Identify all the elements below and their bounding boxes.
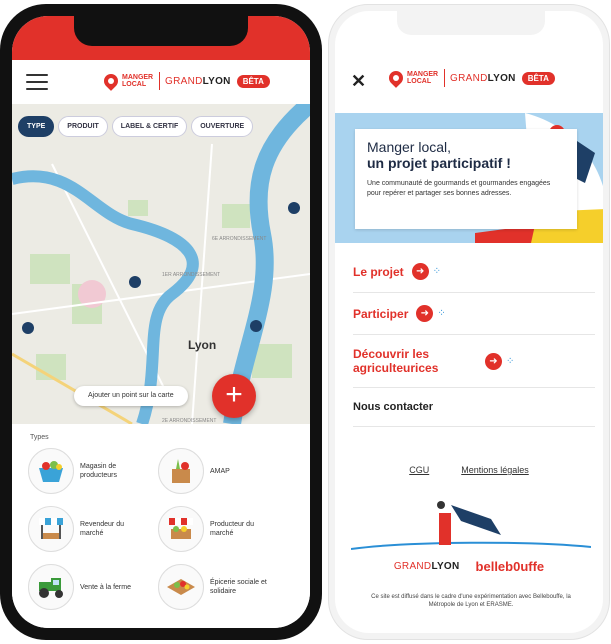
- type-label: AMAP: [210, 467, 230, 475]
- menu-screen: ✕ MANGER LOCAL GRANDLYON BÊTA Manger loc…: [335, 11, 603, 633]
- brand-name: MANGER LOCAL: [122, 74, 154, 88]
- sheet-title: Types: [30, 434, 49, 441]
- app-header: MANGER LOCAL GRANDLYON BÊTA: [12, 60, 310, 104]
- phone-notch: [397, 11, 545, 35]
- location-pin-icon: [101, 71, 121, 91]
- produce-stall-icon: [158, 506, 204, 552]
- phone-menu: ✕ MANGER LOCAL GRANDLYON BÊTA Manger loc…: [328, 4, 610, 640]
- menu-item-decouvrir[interactable]: Découvrir les agriculteurices ➜ ⁘: [353, 335, 595, 388]
- menu-item-contact[interactable]: Nous contacter: [353, 388, 595, 427]
- add-point-tooltip: Ajouter un point sur la carte: [74, 386, 188, 406]
- link-cgu[interactable]: CGU: [409, 465, 429, 475]
- brand-divider: [444, 69, 445, 87]
- menu-item-label: Découvrir les agriculteurices: [353, 347, 439, 375]
- arrow-right-icon: ➜: [416, 305, 434, 322]
- sparkle-icon: ⁘: [432, 266, 442, 277]
- beta-badge: BÊTA: [236, 74, 270, 88]
- type-amap[interactable]: AMAP: [158, 445, 282, 497]
- types-grid: Magasin de producteurs AMAP Revendeur du…: [28, 445, 294, 613]
- menu-icon[interactable]: [26, 74, 48, 90]
- main-menu: Le projet ➜ ⁘ Participer ➜ ⁘ Découvrir l…: [353, 251, 595, 427]
- menu-item-label: Participer: [353, 306, 409, 321]
- bellebouffe-logo: belleb0uffe: [475, 559, 545, 574]
- type-label: Magasin de producteurs: [80, 463, 117, 479]
- phone-notch: [74, 16, 248, 46]
- menu-item-participer[interactable]: Participer ➜ ⁘: [353, 293, 595, 335]
- legal-links: CGU Mentions légales: [335, 465, 603, 475]
- type-vente-ferme[interactable]: Vente à la ferme: [28, 561, 152, 613]
- brand-divider: [159, 72, 160, 90]
- svg-text:1ER ARRONDISSEMENT: 1ER ARRONDISSEMENT: [162, 272, 220, 278]
- market-stall-icon: [28, 506, 74, 552]
- menu-item-label: Le projet: [353, 264, 404, 279]
- filter-bar: TYPE PRODUIT LABEL & CERTIF OUVERTURE: [18, 116, 254, 137]
- map-canvas: 6E ARRONDISSEMENT 1ER ARRONDISSEMENT 2E …: [12, 104, 310, 424]
- type-producteur-marche[interactable]: Producteur du marché: [158, 503, 282, 555]
- type-magasin-producteurs[interactable]: Magasin de producteurs: [28, 445, 152, 497]
- hero-card: Manger local, un projet participatif ! U…: [355, 129, 577, 229]
- sparkle-icon: ⁘: [506, 355, 515, 367]
- partner-logo: GRANDLYON: [450, 72, 516, 84]
- hero-title-bold: un projet participatif !: [367, 155, 511, 171]
- close-icon[interactable]: ✕: [351, 71, 366, 92]
- filter-label-certif[interactable]: LABEL & CERTIF: [111, 116, 188, 137]
- type-label: Épicerie sociale et solidaire: [210, 579, 267, 595]
- hero-subtitle: Une communauté de gourmands et gourmande…: [367, 180, 551, 197]
- type-label: Revendeur du marché: [80, 521, 124, 537]
- arrow-right-icon: ➜: [485, 352, 502, 370]
- hero-banner: Manger local, un projet participatif ! U…: [335, 113, 603, 243]
- type-label: Vente à la ferme: [80, 583, 131, 591]
- brand-logo: MANGER LOCAL GRANDLYON BÊTA: [386, 68, 555, 88]
- add-point-button[interactable]: +: [212, 374, 256, 418]
- location-pin-icon: [386, 68, 406, 88]
- city-label: Lyon: [188, 338, 217, 352]
- types-sheet: Types Magasin de producteurs AMAP Revend…: [12, 424, 310, 628]
- brand-name: MANGER LOCAL: [407, 71, 439, 85]
- vegetable-box-icon: [158, 448, 204, 494]
- menu-item-projet[interactable]: Le projet ➜ ⁘: [353, 251, 595, 293]
- beta-badge: BÊTA: [521, 71, 555, 85]
- sparkle-icon: ⁘: [437, 308, 446, 319]
- partner-logo: GRANDLYON: [165, 75, 231, 87]
- grandlyon-logo: GRANDLYON: [393, 561, 460, 572]
- menu-item-label: Nous contacter: [353, 401, 434, 413]
- menu-header: ✕ MANGER LOCAL GRANDLYON BÊTA: [335, 53, 603, 109]
- filter-produit[interactable]: PRODUIT: [58, 116, 108, 137]
- type-revendeur-marche[interactable]: Revendeur du marché: [28, 503, 152, 555]
- tractor-icon: [28, 564, 74, 610]
- footer-text: Ce site est diffusé dans le cadre d'une …: [371, 594, 571, 608]
- hero-title: Manger local,: [367, 139, 452, 155]
- type-epicerie-solidaire[interactable]: Épicerie sociale et solidaire: [158, 561, 282, 613]
- brand-logo: MANGER LOCAL GRANDLYON BÊTA: [101, 71, 270, 91]
- svg-text:6E ARRONDISSEMENT: 6E ARRONDISSEMENT: [212, 236, 266, 242]
- footer-illustration: [351, 501, 591, 550]
- phone-map: MANGER LOCAL GRANDLYON BÊTA 6E ARRONDISS…: [0, 4, 322, 640]
- arrow-right-icon: ➜: [411, 263, 429, 280]
- basket-icon: [28, 448, 74, 494]
- type-label: Producteur du marché: [210, 521, 254, 537]
- map-screen: MANGER LOCAL GRANDLYON BÊTA 6E ARRONDISS…: [12, 16, 310, 628]
- link-mentions-legales[interactable]: Mentions légales: [461, 465, 529, 475]
- filter-ouverture[interactable]: OUVERTURE: [191, 116, 254, 137]
- filter-type[interactable]: TYPE: [18, 116, 55, 137]
- partner-logos: GRANDLYON belleb0uffe: [335, 559, 603, 574]
- map-view[interactable]: 6E ARRONDISSEMENT 1ER ARRONDISSEMENT 2E …: [12, 104, 310, 424]
- grocery-crate-icon: [158, 564, 204, 610]
